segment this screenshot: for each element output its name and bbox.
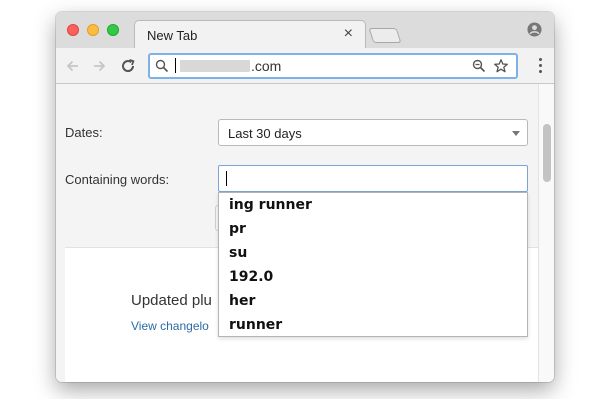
chevron-down-icon <box>512 131 520 136</box>
tab-title: New Tab <box>147 28 198 43</box>
suggestion-item[interactable]: her <box>219 289 527 313</box>
star-icon[interactable] <box>493 58 509 74</box>
page-content: Dates: Last 30 days Containing words: Up… <box>56 84 554 382</box>
three-dots-icon[interactable] <box>539 58 543 74</box>
tab-close-icon[interactable]: × <box>344 25 353 43</box>
search-icon <box>155 59 169 73</box>
containing-words-input[interactable] <box>218 165 528 192</box>
reload-icon[interactable] <box>118 56 138 76</box>
dates-select[interactable]: Last 30 days <box>218 119 528 146</box>
vertical-scrollbar[interactable] <box>538 84 554 382</box>
scrollbar-thumb[interactable] <box>543 124 551 182</box>
card-message: Updated plu <box>131 292 212 309</box>
zoom-icon[interactable] <box>472 59 486 73</box>
minimize-window-button[interactable] <box>87 24 99 36</box>
suggestion-item[interactable]: ing runner <box>219 193 527 217</box>
title-bar: New Tab × <box>56 12 554 49</box>
address-bar[interactable]: .com <box>148 53 518 79</box>
suggestion-item[interactable]: pr <box>219 217 527 241</box>
browser-toolbar: .com <box>56 48 554 84</box>
profile-icon[interactable] <box>527 22 542 37</box>
suggestion-item[interactable]: su <box>219 241 527 265</box>
suggestion-item[interactable]: runner <box>219 313 527 337</box>
redacted-domain <box>180 60 250 72</box>
suggestion-item[interactable]: 192.0 <box>219 265 527 289</box>
changelog-link[interactable]: View changelo <box>131 319 221 333</box>
url-domain-suffix: .com <box>251 58 282 74</box>
close-window-button[interactable] <box>67 24 79 36</box>
new-tab-button[interactable] <box>368 28 402 43</box>
arrow-left-icon[interactable] <box>63 56 83 76</box>
dates-label: Dates: <box>65 125 103 140</box>
autocomplete-dropdown: ing runner pr su 192.0 her runner <box>218 192 528 337</box>
arrow-right-icon[interactable] <box>89 56 109 76</box>
browser-window: New Tab × .com Dates: Last 30 days Conta… <box>56 12 554 382</box>
text-cursor <box>226 171 227 186</box>
text-cursor <box>175 58 176 73</box>
maximize-window-button[interactable] <box>107 24 119 36</box>
suggestion-list: ing runner pr su 192.0 her runner <box>219 193 527 337</box>
dates-select-value: Last 30 days <box>228 126 302 141</box>
containing-words-label: Containing words: <box>65 172 170 187</box>
tab-new-tab[interactable]: New Tab × <box>134 20 366 49</box>
